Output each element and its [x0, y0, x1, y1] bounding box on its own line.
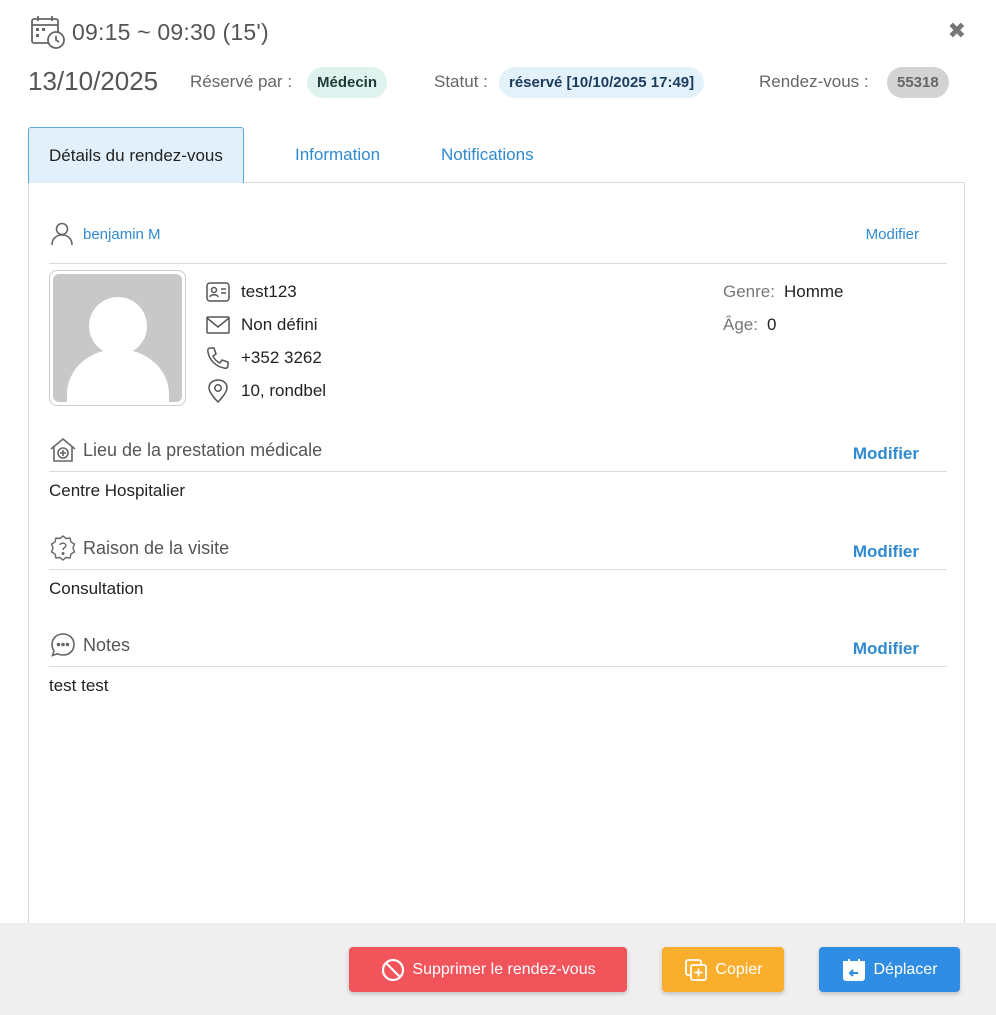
delete-label: Supprimer le rendez-vous	[412, 960, 596, 978]
gender-value: Homme	[783, 281, 844, 301]
details-panel: benjamin M Modifier test123 Non défini +…	[28, 183, 965, 923]
reserved-by-badge: Médecin	[307, 67, 388, 98]
id-card-icon	[206, 281, 230, 302]
calendar-move-icon	[843, 958, 866, 981]
location-pin-icon	[208, 378, 228, 403]
notes-value: test test	[49, 676, 109, 695]
move-label: Déplacer	[873, 960, 938, 978]
calendar-clock-icon	[31, 16, 65, 49]
copy-add-icon	[685, 958, 708, 981]
divider	[49, 569, 947, 570]
reason-value: Consultation	[49, 579, 144, 598]
modify-patient-button[interactable]: Modifier	[866, 226, 919, 243]
tab-information[interactable]: Information	[275, 127, 400, 183]
modify-location-button[interactable]: Modifier	[853, 444, 919, 464]
gender-label: Genre:	[723, 281, 775, 301]
divider	[49, 263, 947, 264]
patient-info-list: test123 Non défini +352 3262 10, rondbel	[205, 275, 326, 407]
reserved-by-label: Réservé par :	[190, 72, 293, 91]
age-value: 0	[766, 314, 777, 334]
location-value: Centre Hospitalier	[49, 481, 186, 500]
gender-row: Genre: Homme	[723, 275, 844, 308]
appointment-time: 09:15 ~ 09:30 (15')	[30, 14, 269, 50]
delete-appointment-button[interactable]: Supprimer le rendez-vous	[349, 947, 627, 992]
patient-phone-row: +352 3262	[205, 341, 326, 374]
patient-header: benjamin M	[49, 221, 161, 247]
appointment-label: Rendez-vous :	[759, 72, 869, 91]
patient-email: Non défini	[241, 314, 318, 334]
appointment-date: 13/10/2025	[28, 66, 159, 96]
phone-icon	[207, 346, 229, 369]
copy-button[interactable]: Copier	[662, 947, 784, 992]
modal-footer: Supprimer le rendez-vous Copier Déplacer	[0, 923, 996, 1015]
envelope-icon	[206, 315, 230, 334]
tab-notifications[interactable]: Notifications	[421, 127, 554, 183]
patient-phone: +352 3262	[241, 347, 322, 367]
patient-name-link[interactable]: benjamin M	[83, 226, 161, 243]
chat-bubble-icon	[51, 633, 75, 657]
block-icon	[382, 958, 405, 981]
patient-id: test123	[241, 281, 297, 301]
patient-demographics: Genre: Homme Âge: 0	[723, 275, 844, 341]
divider	[49, 666, 947, 667]
tab-bar: Détails du rendez-vous Information Notif…	[28, 127, 965, 183]
location-section-header: Lieu de la prestation médicale	[49, 436, 322, 464]
reason-section-header: Raison de la visite	[49, 534, 229, 562]
age-row: Âge: 0	[723, 308, 844, 341]
divider	[49, 471, 947, 472]
age-label: Âge:	[723, 314, 758, 334]
move-button[interactable]: Déplacer	[819, 947, 960, 992]
reason-title: Raison de la visite	[83, 537, 230, 558]
patient-address-row: 10, rondbel	[205, 374, 326, 407]
status-label: Statut :	[434, 72, 488, 91]
close-icon[interactable]: ✖	[948, 18, 966, 44]
appointment-meta: 13/10/2025 Réservé par : Médecin Statut …	[28, 66, 968, 98]
patient-id-row: test123	[205, 275, 326, 308]
patient-address: 10, rondbel	[241, 380, 327, 400]
patient-email-row: Non défini	[205, 308, 326, 341]
modify-reason-button[interactable]: Modifier	[853, 542, 919, 562]
question-badge-icon	[50, 535, 76, 561]
location-title: Lieu de la prestation médicale	[83, 439, 323, 460]
tab-details[interactable]: Détails du rendez-vous	[28, 127, 244, 183]
time-range: 09:15 ~ 09:30 (15')	[72, 18, 269, 45]
notes-title: Notes	[83, 634, 131, 655]
appointment-id-badge: 55318	[887, 67, 949, 98]
copy-label: Copier	[715, 960, 763, 978]
user-icon	[51, 222, 73, 246]
notes-section-header: Notes	[49, 631, 130, 659]
avatar	[49, 270, 186, 406]
status-badge: réservé [10/10/2025 17:49]	[499, 67, 705, 98]
modify-notes-button[interactable]: Modifier	[853, 639, 919, 659]
hospital-icon	[50, 437, 76, 462]
